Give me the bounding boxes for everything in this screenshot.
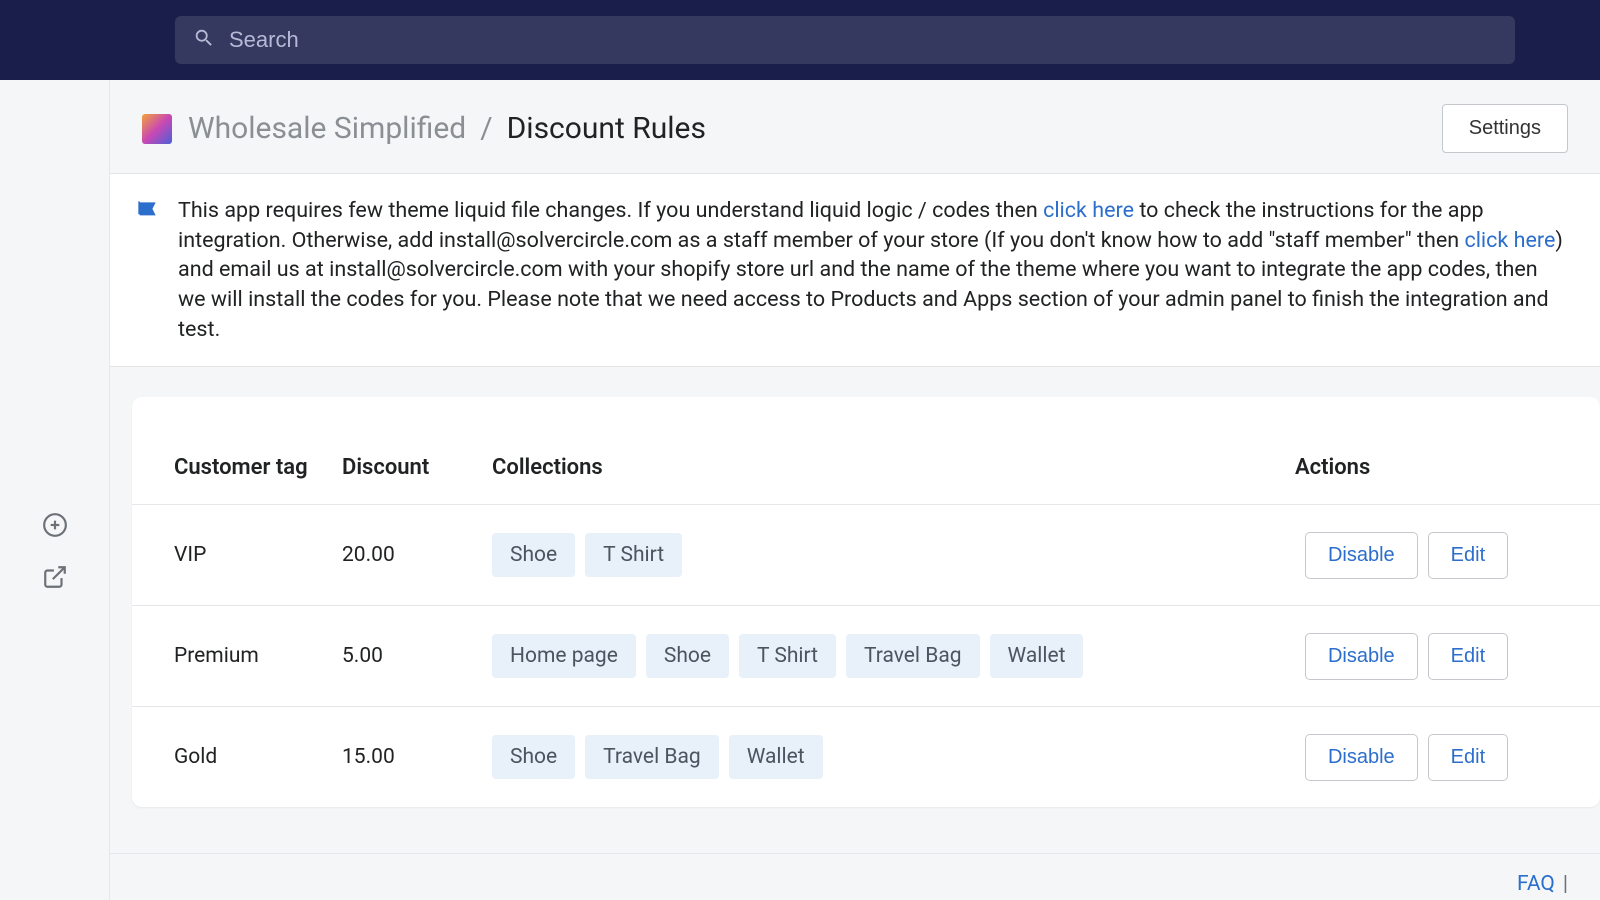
collection-chip[interactable]: Shoe [492, 735, 575, 779]
collection-chip[interactable]: Home page [492, 634, 636, 678]
cell-customer-tag: Gold [132, 707, 332, 808]
table-row: Gold15.00ShoeTravel BagWalletDisableEdit [132, 707, 1600, 808]
cell-actions: DisableEdit [1295, 707, 1600, 808]
settings-button[interactable]: Settings [1442, 104, 1568, 153]
footer-separator: | [1563, 872, 1568, 896]
search-input[interactable] [229, 27, 1497, 53]
notice-banner: This app requires few theme liquid file … [110, 173, 1600, 367]
flag-icon [134, 198, 160, 344]
topbar [0, 0, 1600, 80]
add-circle-icon[interactable] [40, 510, 70, 540]
cell-actions: DisableEdit [1295, 505, 1600, 606]
notice-link-1[interactable]: click here [1043, 198, 1134, 223]
search-icon [193, 27, 229, 53]
cell-collections: Home pageShoeT ShirtTravel BagWallet [482, 606, 1295, 707]
notice-text-1: This app requires few theme liquid file … [178, 198, 1043, 223]
left-rail [0, 80, 110, 900]
rules-table: Customer tag Discount Collections Action… [132, 437, 1600, 807]
collection-chip[interactable]: Travel Bag [585, 735, 719, 779]
table-row: VIP20.00ShoeT ShirtDisableEdit [132, 505, 1600, 606]
notice-text: This app requires few theme liquid file … [178, 196, 1568, 344]
collection-chip[interactable]: T Shirt [739, 634, 836, 678]
edit-button[interactable]: Edit [1428, 633, 1508, 680]
collection-chip[interactable]: Shoe [646, 634, 729, 678]
cell-discount: 5.00 [332, 606, 482, 707]
footer: FAQ | [110, 853, 1600, 900]
breadcrumb-app[interactable]: Wholesale Simplified [188, 111, 466, 146]
disable-button[interactable]: Disable [1305, 633, 1418, 680]
th-actions: Actions [1295, 437, 1600, 505]
breadcrumb-page: Discount Rules [507, 111, 706, 146]
notice-link-2[interactable]: click here [1464, 228, 1555, 253]
faq-link[interactable]: FAQ [1517, 872, 1555, 896]
rules-card: Customer tag Discount Collections Action… [132, 397, 1600, 807]
disable-button[interactable]: Disable [1305, 734, 1418, 781]
cell-discount: 20.00 [332, 505, 482, 606]
disable-button[interactable]: Disable [1305, 532, 1418, 579]
collection-chip[interactable]: Travel Bag [846, 634, 980, 678]
app-icon [142, 114, 172, 144]
breadcrumb-separator: / [480, 111, 492, 146]
edit-button[interactable]: Edit [1428, 532, 1508, 579]
cell-discount: 15.00 [332, 707, 482, 808]
cell-collections: ShoeT Shirt [482, 505, 1295, 606]
table-row: Premium5.00Home pageShoeT ShirtTravel Ba… [132, 606, 1600, 707]
th-customer-tag: Customer tag [132, 437, 332, 505]
external-link-icon[interactable] [40, 562, 70, 592]
th-discount: Discount [332, 437, 482, 505]
collection-chip[interactable]: Wallet [729, 735, 823, 779]
cell-collections: ShoeTravel BagWallet [482, 707, 1295, 808]
page-header: Wholesale Simplified / Discount Rules Se… [110, 80, 1600, 173]
collection-chip[interactable]: T Shirt [585, 533, 682, 577]
edit-button[interactable]: Edit [1428, 734, 1508, 781]
main-content: Wholesale Simplified / Discount Rules Se… [110, 80, 1600, 900]
search-field[interactable] [175, 16, 1515, 64]
cell-customer-tag: VIP [132, 505, 332, 606]
collection-chip[interactable]: Wallet [990, 634, 1084, 678]
collection-chip[interactable]: Shoe [492, 533, 575, 577]
cell-actions: DisableEdit [1295, 606, 1600, 707]
th-collections: Collections [482, 437, 1295, 505]
cell-customer-tag: Premium [132, 606, 332, 707]
